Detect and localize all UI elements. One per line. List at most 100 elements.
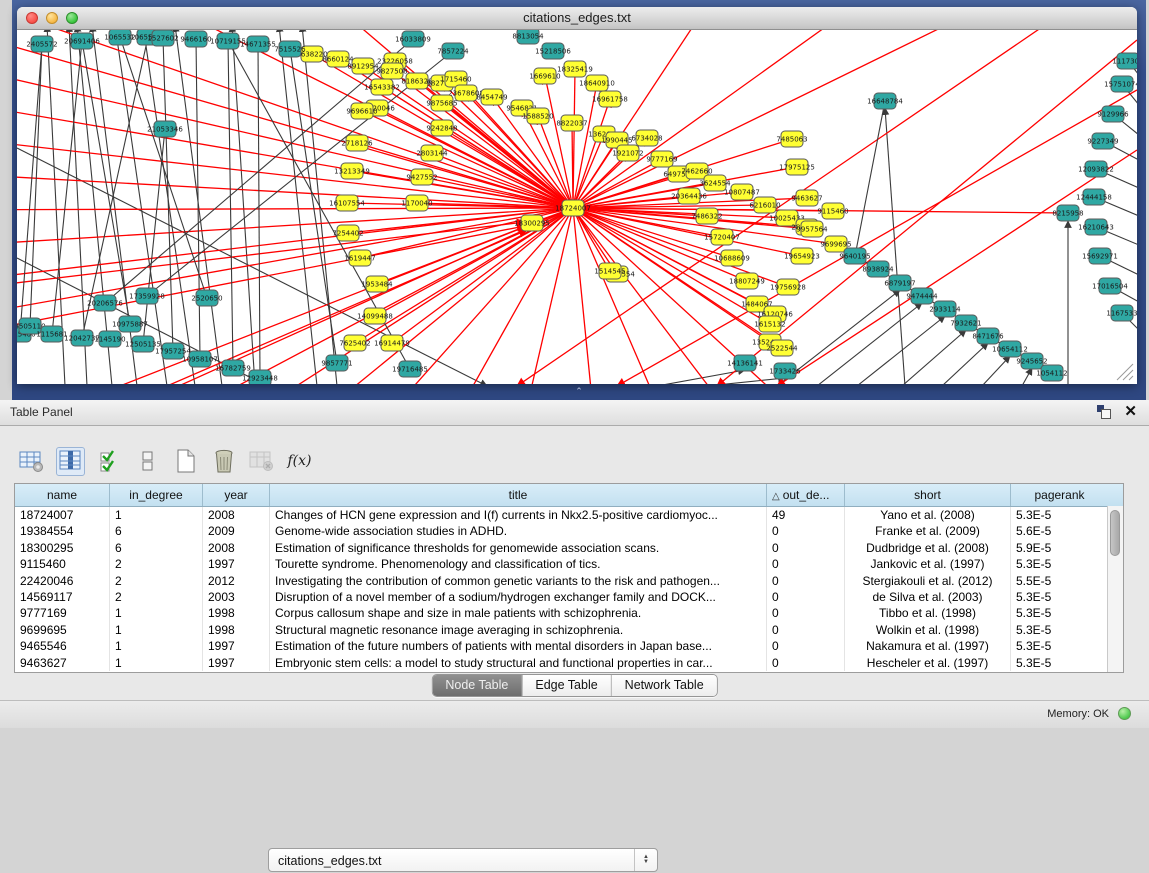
cell-title: Estimation of the future numbers of pati… (270, 638, 767, 654)
cell-title: Disruption of a novel member of a sodium… (270, 589, 767, 605)
cell-title: Changes of HCN gene expression and I(f) … (270, 507, 767, 523)
cell-short: Jankovic et al. (1997) (845, 556, 1011, 572)
splitter-collapse-icon[interactable]: ⌃ (573, 386, 585, 396)
show-column-icon[interactable] (56, 447, 85, 476)
table-row[interactable]: 911546021997Tourette syndrome. Phenomeno… (15, 556, 1123, 572)
svg-text:1588520: 1588520 (522, 113, 553, 121)
svg-text:8813054: 8813054 (512, 33, 544, 41)
memory-status-indicator[interactable] (1118, 707, 1131, 720)
column-header-title[interactable]: title (270, 484, 767, 506)
column-header-out-degree[interactable]: △out_de... (767, 484, 845, 506)
cell-out_degree: 49 (767, 507, 845, 523)
cell-out_degree: 0 (767, 573, 845, 589)
svg-text:2718126: 2718126 (341, 140, 373, 148)
svg-text:1669610: 1669610 (529, 73, 560, 81)
svg-text:9957564: 9957564 (796, 226, 828, 234)
cell-short: Yano et al. (2008) (845, 507, 1011, 523)
table-row[interactable]: 969969511998Structural magnetic resonanc… (15, 622, 1123, 638)
cell-title: Tourette syndrome. Phenomenology and cla… (270, 556, 767, 572)
window-titlebar[interactable]: citations_edges.txt (17, 7, 1137, 30)
cell-pagerank: 5.3E-5 (1011, 655, 1108, 671)
svg-text:7625402: 7625402 (339, 340, 370, 348)
svg-text:19654923: 19654923 (784, 253, 820, 261)
node-table: name in_degree year title △out_de... sho… (14, 483, 1124, 673)
svg-text:9245652: 9245652 (1016, 358, 1047, 366)
svg-text:21053346: 21053346 (147, 126, 183, 134)
tab-node-table[interactable]: Node Table (432, 675, 522, 696)
svg-text:17957254: 17957254 (155, 348, 191, 356)
cell-pagerank: 5.3E-5 (1011, 589, 1108, 605)
cell-title: Structural magnetic resonance image aver… (270, 622, 767, 638)
table-row[interactable]: 2242004622012Investigating the contribut… (15, 573, 1123, 589)
cell-in_degree: 2 (110, 556, 203, 572)
new-table-icon[interactable] (172, 448, 199, 475)
svg-text:16543382: 16543382 (364, 84, 400, 92)
svg-text:7254402: 7254402 (332, 230, 363, 238)
table-selector-dropdown[interactable]: citations_edges.txt ▲ ▼ (268, 848, 658, 872)
table-row[interactable]: 1456911722003Disruption of a novel membe… (15, 589, 1123, 605)
table-body[interactable]: 1872400712008Changes of HCN gene express… (15, 507, 1123, 671)
table-row[interactable]: 977716911998Corpus callosum shape and si… (15, 605, 1123, 621)
svg-text:9696610: 9696610 (346, 108, 377, 116)
table-row[interactable]: 1872400712008Changes of HCN gene express… (15, 507, 1123, 523)
network-canvas[interactable]: 1872400716382208660124891295423226058982… (17, 30, 1137, 384)
svg-text:1054112: 1054112 (1036, 370, 1067, 378)
svg-text:1145190: 1145190 (94, 336, 125, 344)
column-header-name[interactable]: name (15, 484, 110, 506)
svg-text:16648784: 16648784 (867, 98, 903, 106)
delete-icon[interactable] (210, 448, 237, 475)
column-header-pagerank[interactable]: pagerank (1011, 484, 1108, 506)
column-header-year[interactable]: year (203, 484, 270, 506)
svg-text:9875685: 9875685 (426, 100, 457, 108)
svg-text:15720407: 15720407 (704, 234, 740, 242)
tab-edge-table[interactable]: Edge Table (522, 675, 611, 696)
cell-short: Wolkin et al. (1998) (845, 622, 1011, 638)
function-builder-icon[interactable]: f(x) (286, 448, 313, 475)
float-panel-icon[interactable] (1097, 405, 1111, 419)
cell-title: Investigating the contribution of common… (270, 573, 767, 589)
resize-grip-icon[interactable] (1113, 360, 1135, 382)
table-header-row: name in_degree year title △out_de... sho… (15, 484, 1123, 507)
scrollbar-thumb[interactable] (1110, 510, 1120, 556)
svg-text:1527602: 1527602 (147, 35, 178, 43)
cell-name: 9465546 (15, 638, 110, 654)
table-row[interactable]: 946362711997Embryonic stem cells: a mode… (15, 655, 1123, 671)
table-selector-value: citations_edges.txt (278, 854, 382, 868)
svg-text:9827508: 9827508 (376, 68, 407, 76)
citation-network-graph[interactable]: 1872400716382208660124891295423226058982… (17, 30, 1137, 384)
tab-network-table[interactable]: Network Table (612, 675, 717, 696)
column-header-in-degree[interactable]: in_degree (110, 484, 203, 506)
table-row[interactable]: 946554611997Estimation of the future num… (15, 638, 1123, 654)
cell-out_degree: 0 (767, 655, 845, 671)
cell-short: Tibbo et al. (1998) (845, 605, 1011, 621)
svg-text:18724007: 18724007 (555, 205, 591, 213)
cell-in_degree: 6 (110, 523, 203, 539)
svg-text:8912954: 8912954 (347, 63, 379, 71)
cell-name: 18300295 (15, 540, 110, 556)
table-row[interactable]: 1938455462009Genome-wide association stu… (15, 523, 1123, 539)
cell-short: Nakamura et al. (1997) (845, 638, 1011, 654)
svg-text:1619447: 1619447 (344, 255, 375, 263)
table-settings-icon[interactable] (18, 448, 45, 475)
cell-short: Hescheler et al. (1997) (845, 655, 1011, 671)
svg-text:12444158: 12444158 (1076, 194, 1112, 202)
cell-pagerank: 5.3E-5 (1011, 556, 1108, 572)
close-panel-icon[interactable]: ✕ (1124, 402, 1137, 420)
svg-text:6879197: 6879197 (884, 280, 915, 288)
cell-short: Franke et al. (2009) (845, 523, 1011, 539)
svg-text:15218506: 15218506 (535, 48, 571, 56)
svg-text:18325419: 18325419 (557, 66, 593, 74)
svg-text:16210643: 16210643 (1078, 224, 1114, 232)
cell-out_degree: 0 (767, 523, 845, 539)
cell-pagerank: 5.3E-5 (1011, 507, 1108, 523)
svg-text:1115681: 1115681 (36, 331, 67, 339)
table-row[interactable]: 1830029562008Estimation of significance … (15, 540, 1123, 556)
select-check-icon[interactable] (96, 448, 123, 475)
cell-name: 9463627 (15, 655, 110, 671)
column-header-short[interactable]: short (845, 484, 1011, 506)
table-vertical-scrollbar[interactable] (1107, 506, 1123, 672)
svg-text:12093822: 12093822 (1078, 166, 1114, 174)
table-toolbar: f(x) (18, 445, 313, 477)
row-height-icon[interactable] (134, 448, 161, 475)
dropdown-stepper-icon[interactable]: ▲ ▼ (634, 849, 657, 871)
